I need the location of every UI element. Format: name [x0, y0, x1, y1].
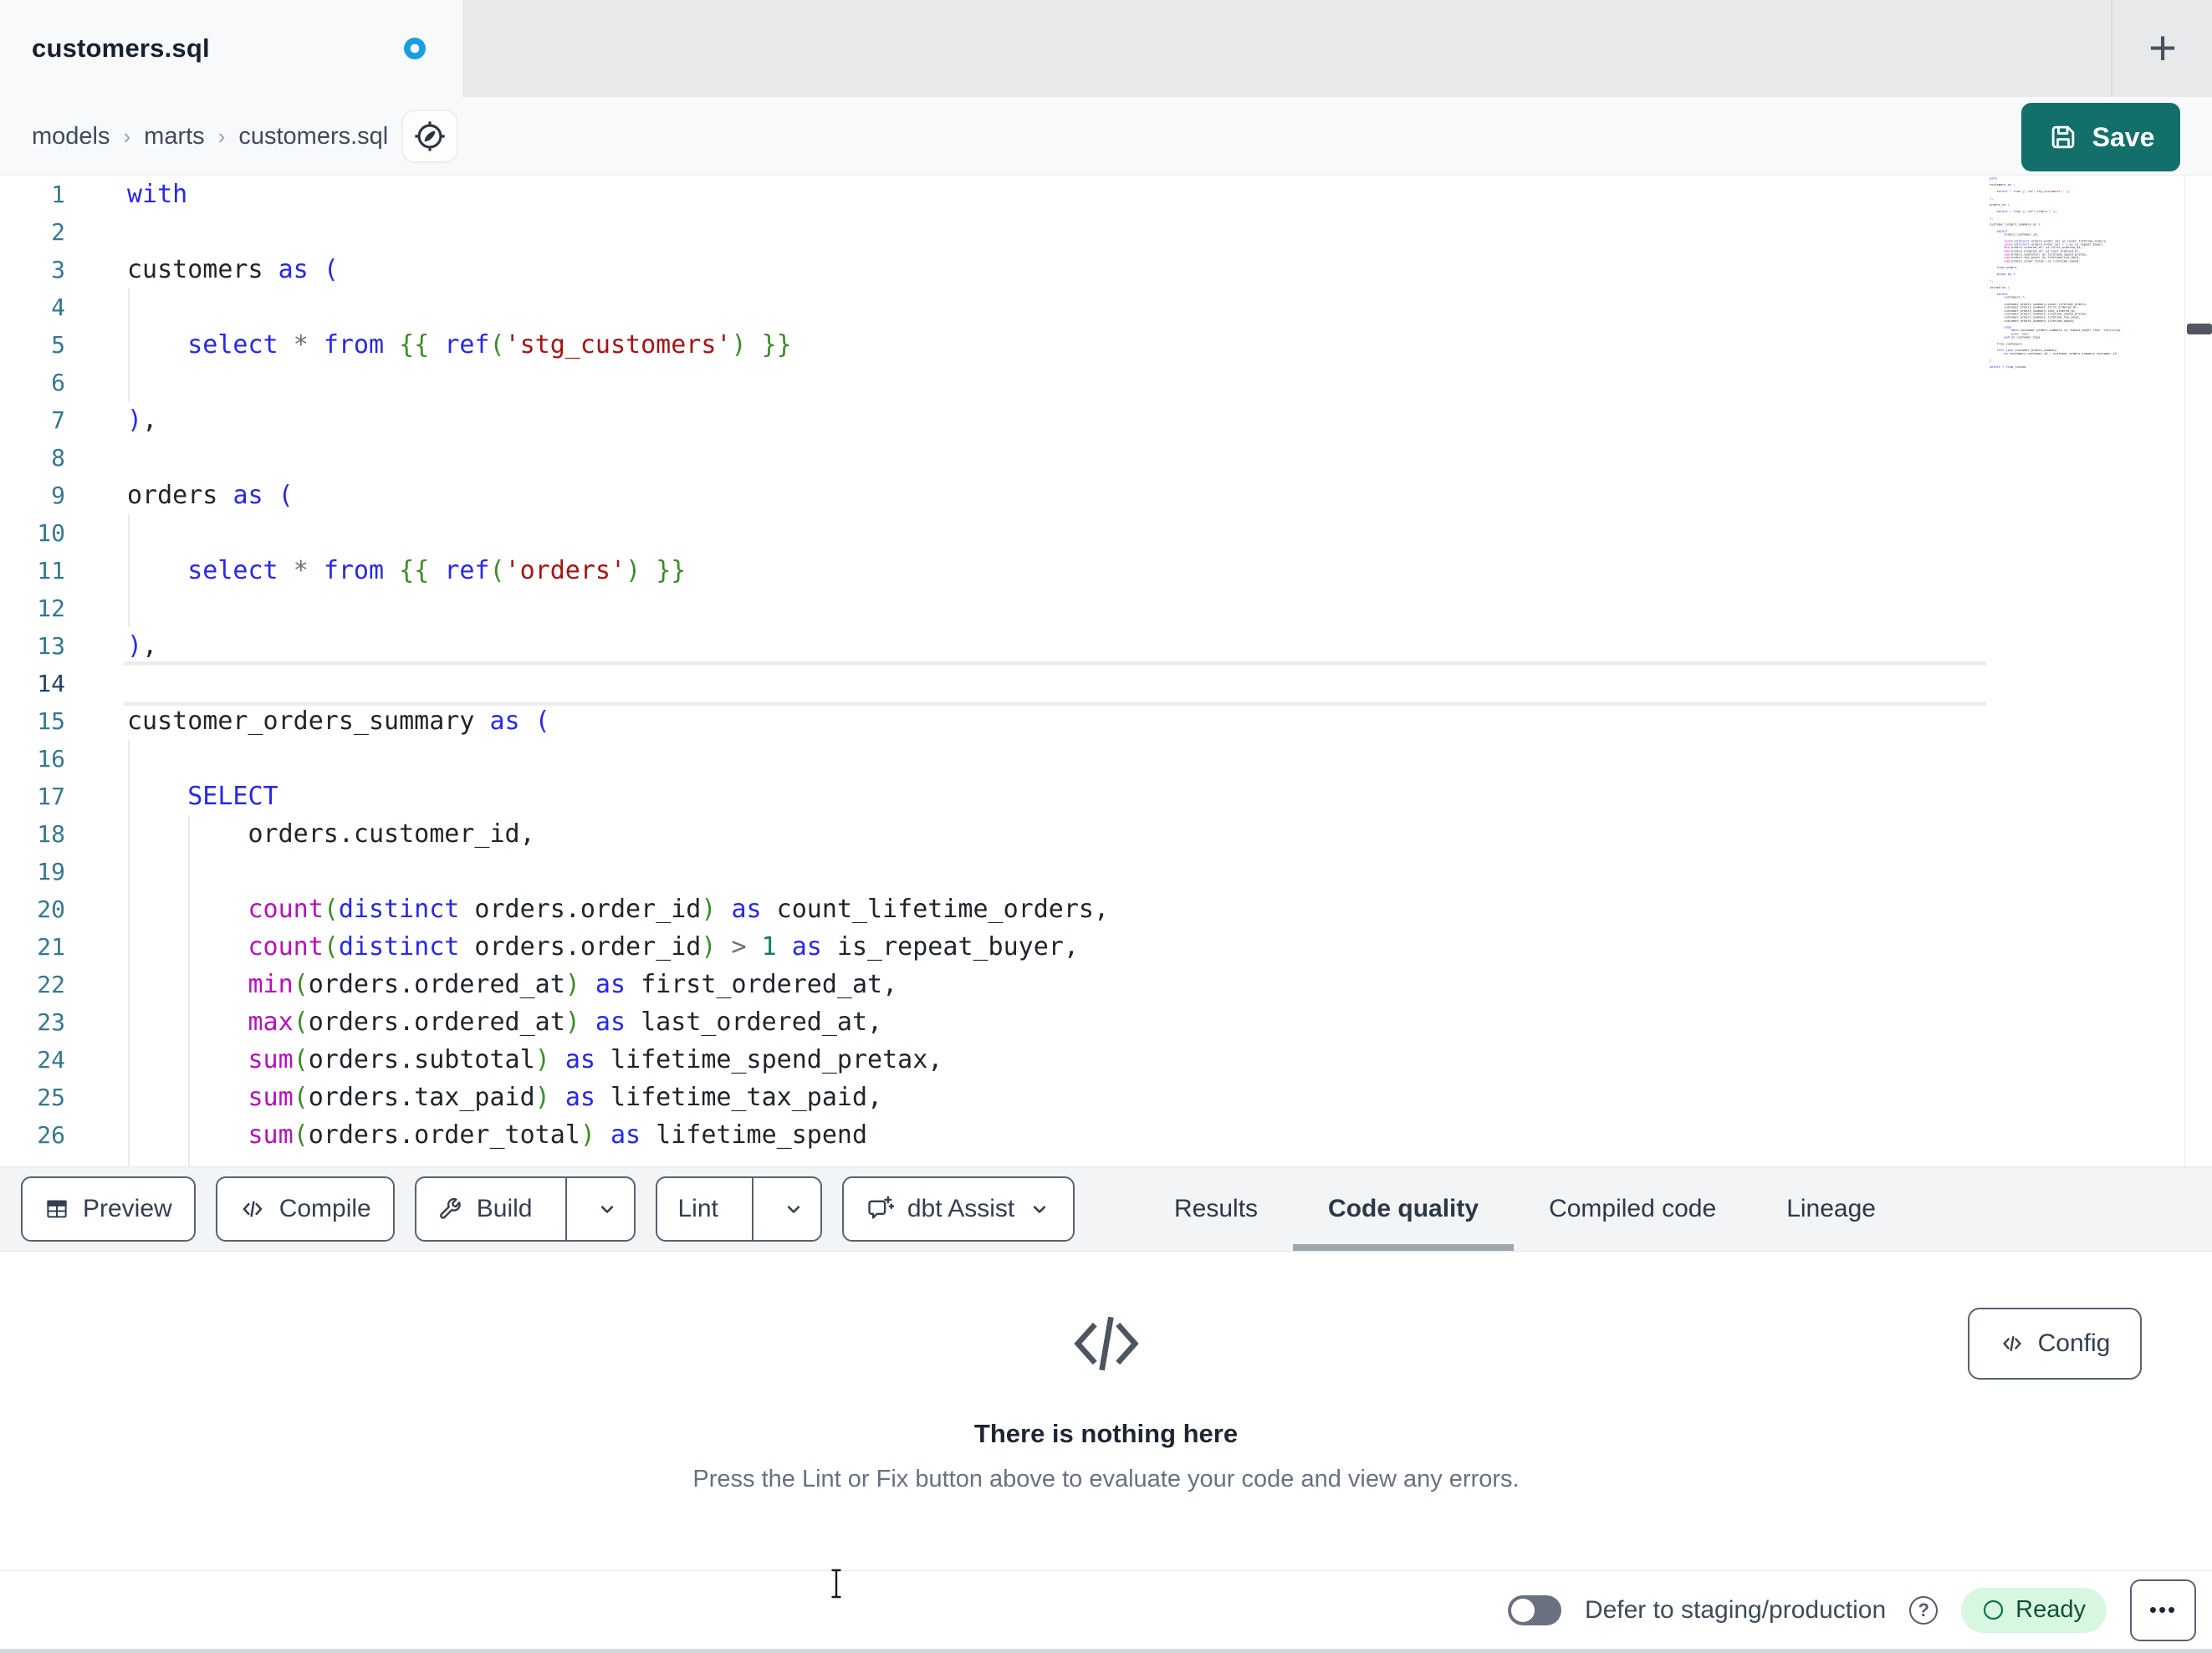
preview-label: Preview	[83, 1195, 172, 1222]
minimap-content: with customers as ( select * from {{ ref(…	[1990, 177, 2123, 370]
toggle-knob	[1510, 1598, 1535, 1622]
help-icon[interactable]: ?	[1909, 1595, 1939, 1625]
tab-lineage[interactable]: Lineage	[1751, 1167, 1911, 1251]
tab-code-quality-label: Code quality	[1328, 1195, 1479, 1222]
status-badge-ready: Ready	[1961, 1587, 2107, 1633]
code-icon	[2002, 1336, 2021, 1351]
result-tabs: Results Code quality Compiled code Linea…	[1139, 1167, 1911, 1251]
wrench-icon	[439, 1197, 461, 1219]
preview-button[interactable]: Preview	[21, 1176, 196, 1242]
breadcrumb-separator-icon: ›	[123, 123, 131, 149]
empty-state: There is nothing here Press the Lint or …	[0, 1252, 2212, 1493]
breadcrumb: models › marts › customers.sql	[32, 97, 388, 176]
tab-lineage-label: Lineage	[1786, 1195, 1876, 1222]
tab-customers-sql[interactable]: customers.sql	[0, 0, 462, 97]
breadcrumb-separator-icon: ›	[217, 123, 226, 149]
more-options-button[interactable]: •••	[2130, 1579, 2196, 1641]
editor-tab-bar: customers.sql +	[0, 0, 2212, 97]
empty-state-title: There is nothing here	[973, 1419, 1239, 1448]
assist-chat-icon	[868, 1196, 894, 1219]
toolbar-button-row: Preview Compile Build Lint dbt Assist	[21, 1176, 1075, 1242]
status-bar-right: Defer to staging/production ? Ready •••	[1507, 1571, 2196, 1649]
save-label: Save	[2092, 121, 2155, 152]
scrollbar-thumb[interactable]	[2187, 324, 2212, 334]
compile-button[interactable]: Compile	[215, 1176, 395, 1242]
new-tab-button[interactable]: +	[2129, 0, 2196, 97]
table-icon	[47, 1200, 67, 1218]
save-icon	[2051, 125, 2074, 149]
ready-circle-icon	[1984, 1599, 2004, 1620]
button-divider	[565, 1178, 568, 1240]
breadcrumb-item-marts[interactable]: marts	[144, 123, 205, 151]
build-button[interactable]: Build	[416, 1178, 553, 1240]
breadcrumb-row: models › marts › customers.sql Save	[0, 97, 2212, 176]
save-button[interactable]: Save	[2021, 103, 2180, 171]
breadcrumb-item-customers-sql[interactable]: customers.sql	[238, 123, 388, 151]
tab-results[interactable]: Results	[1139, 1167, 1293, 1251]
defer-toggle[interactable]	[1507, 1594, 1561, 1625]
build-label: Build	[476, 1195, 533, 1222]
results-panel: There is nothing here Press the Lint or …	[0, 1252, 2212, 1570]
build-button-group: Build	[414, 1176, 636, 1242]
defer-label: Defer to staging/production	[1584, 1595, 1887, 1624]
action-toolbar: Preview Compile Build Lint dbt Assist Re…	[0, 1166, 2212, 1252]
lint-dropdown-button[interactable]	[767, 1178, 820, 1240]
code-icon	[242, 1201, 263, 1217]
lineage-compass-button[interactable]	[401, 110, 458, 163]
line-number-gutter: 1 2 3 4 5 6 7 8 9 10 11 12 13 14 15 16 17 18 19 20 21 22 23 24 2…	[37, 181, 65, 1149]
chevron-down-icon	[1034, 1206, 1046, 1213]
status-bar: Defer to staging/production ? Ready •••	[0, 1570, 2212, 1653]
tab-compiled-code[interactable]: Compiled code	[1514, 1167, 1751, 1251]
code-content[interactable]: with customers as ( select * from {{ ref(…	[127, 176, 1109, 1154]
tab-code-quality[interactable]: Code quality	[1293, 1167, 1515, 1251]
lint-button[interactable]: Lint	[657, 1178, 738, 1240]
dbt-assist-label: dbt Assist	[907, 1195, 1015, 1222]
config-label: Config	[2037, 1329, 2111, 1357]
tab-title: customers.sql	[32, 33, 210, 63]
chevron-down-icon	[787, 1206, 799, 1213]
tab-results-label: Results	[1174, 1195, 1259, 1222]
empty-state-subtitle: Press the Lint or Fix button above to ev…	[692, 1466, 1520, 1492]
ready-label: Ready	[2015, 1596, 2086, 1623]
button-divider	[751, 1178, 754, 1240]
lint-label: Lint	[677, 1195, 718, 1222]
breadcrumb-item-models[interactable]: models	[32, 123, 110, 151]
scrollbar-track	[2184, 176, 2185, 1166]
dbt-ide-window: customers.sql + models › marts › custome…	[0, 0, 2212, 1653]
tab-compiled-code-label: Compiled code	[1549, 1195, 1717, 1222]
minimap[interactable]: with customers as ( select * from {{ ref(…	[1990, 177, 2182, 512]
chevron-down-icon	[601, 1206, 614, 1213]
build-dropdown-button[interactable]	[580, 1178, 634, 1240]
code-editor[interactable]: 1 2 3 4 5 6 7 8 9 10 11 12 13 14 15 16 17 18 19 20 21 22 23 24 2…	[0, 176, 2212, 1166]
dbt-assist-button[interactable]: dbt Assist	[841, 1176, 1075, 1242]
compile-label: Compile	[278, 1195, 371, 1222]
tab-bar-divider	[2111, 0, 2112, 97]
unsaved-changes-dot-icon	[404, 38, 426, 59]
code-empty-state-icon	[1073, 1316, 1139, 1371]
lint-button-group: Lint	[656, 1176, 822, 1242]
config-button[interactable]: Config	[1968, 1308, 2142, 1380]
compass-icon	[415, 121, 445, 151]
